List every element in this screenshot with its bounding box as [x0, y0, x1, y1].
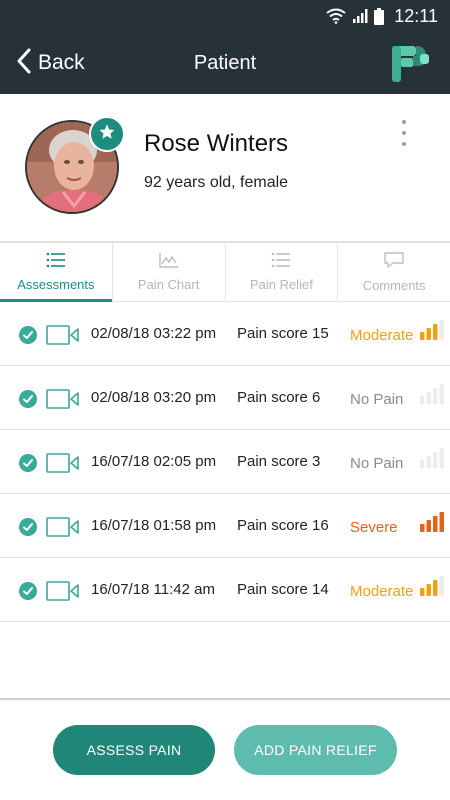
- video-icon[interactable]: [46, 451, 80, 480]
- pain-level-bar: [433, 516, 438, 532]
- battery-icon: [374, 7, 385, 25]
- assessment-datetime: 16/07/18 01:58 pm: [91, 517, 217, 534]
- pain-level-bar: [433, 324, 438, 340]
- tab-assessments[interactable]: Assessments: [0, 243, 113, 302]
- check-icon: [19, 326, 37, 344]
- app-bar: Back Patient: [0, 32, 450, 94]
- pain-score: Pain score 6: [237, 389, 321, 406]
- list-icon: [46, 252, 66, 273]
- tab-bar: Assessments Pain Chart Pain Relief Comme…: [0, 242, 450, 302]
- pain-level-bars-icon: [420, 384, 444, 404]
- patient-profile: Rose Winters 92 years old, female: [0, 94, 450, 242]
- pain-level-bar: [433, 388, 438, 404]
- tab-label: Pain Relief: [249, 277, 313, 292]
- assessment-list: 02/08/18 03:22 pm Pain score 15 Moderate…: [0, 302, 450, 622]
- pain-level-bar: [420, 588, 425, 596]
- pain-level-bar: [439, 512, 444, 532]
- assessment-row[interactable]: 16/07/18 01:58 pm Pain score 16 Severe: [0, 494, 450, 558]
- severity-label: No Pain: [350, 455, 404, 472]
- pain-level-bars-icon: [420, 512, 444, 532]
- back-label: Back: [38, 51, 85, 74]
- comment-icon: [383, 251, 405, 274]
- pain-level-bar: [426, 520, 431, 532]
- pain-level-bars-icon: [420, 576, 444, 596]
- assessment-row[interactable]: 16/07/18 02:05 pm Pain score 3 No Pain: [0, 430, 450, 494]
- pain-score: Pain score 3: [237, 453, 321, 470]
- assessment-row[interactable]: 02/08/18 03:20 pm Pain score 6 No Pain: [0, 366, 450, 430]
- video-icon[interactable]: [46, 387, 80, 416]
- pain-level-bar: [439, 576, 444, 596]
- favorite-star-badge[interactable]: [89, 116, 125, 152]
- tab-label: Pain Chart: [137, 277, 200, 292]
- pain-level-bar: [426, 392, 431, 404]
- check-icon: [19, 582, 37, 600]
- status-bar: 12:11: [0, 0, 450, 32]
- assess-pain-button[interactable]: ASSESS PAIN: [53, 725, 215, 775]
- tab-label: Comments: [362, 278, 426, 293]
- assessment-row[interactable]: 16/07/18 11:42 am Pain score 14 Moderate: [0, 558, 450, 622]
- more-options-icon[interactable]: [398, 118, 410, 148]
- assessment-datetime: 02/08/18 03:20 pm: [91, 389, 217, 406]
- bottom-divider: [0, 698, 450, 700]
- assessment-row[interactable]: 02/08/18 03:22 pm Pain score 15 Moderate: [0, 302, 450, 366]
- chevron-left-icon: [16, 47, 32, 80]
- severity-label: Moderate: [350, 583, 414, 600]
- assessment-datetime: 16/07/18 02:05 pm: [91, 453, 217, 470]
- severity-label: No Pain: [350, 391, 404, 408]
- pain-level-bars-icon: [420, 448, 444, 468]
- patient-details: 92 years old, female: [144, 174, 289, 191]
- pain-level-bar: [420, 332, 425, 340]
- pain-level-bar: [426, 584, 431, 596]
- pain-level-bar: [433, 580, 438, 596]
- tab-pain-chart[interactable]: Pain Chart: [113, 243, 226, 301]
- pain-level-bar: [433, 452, 438, 468]
- tab-label: Assessments: [17, 277, 95, 292]
- pain-level-bars-icon: [420, 320, 444, 340]
- check-icon: [19, 390, 37, 408]
- add-pain-relief-button[interactable]: ADD PAIN RELIEF: [234, 725, 397, 775]
- pain-level-bar: [426, 328, 431, 340]
- pain-level-bar: [420, 460, 425, 468]
- pain-score: Pain score 15: [237, 325, 329, 342]
- back-button[interactable]: Back: [0, 32, 85, 94]
- check-icon: [19, 518, 37, 536]
- chart-icon: [158, 252, 179, 273]
- list-icon: [271, 252, 291, 273]
- pain-level-bar: [439, 448, 444, 468]
- pain-level-bar: [439, 320, 444, 340]
- pain-level-bar: [420, 396, 425, 404]
- app-logo: [390, 44, 432, 84]
- assessment-datetime: 02/08/18 03:22 pm: [91, 325, 217, 342]
- status-time: 12:11: [394, 5, 438, 26]
- signal-icon: [352, 8, 368, 24]
- wifi-icon: [326, 8, 346, 24]
- severity-label: Moderate: [350, 327, 414, 344]
- tab-comments[interactable]: Comments: [338, 243, 450, 301]
- assessment-datetime: 16/07/18 11:42 am: [91, 581, 215, 598]
- pain-level-bar: [439, 384, 444, 404]
- severity-label: Severe: [350, 519, 398, 536]
- check-icon: [19, 454, 37, 472]
- tab-pain-relief[interactable]: Pain Relief: [226, 243, 339, 301]
- pain-level-bar: [426, 456, 431, 468]
- star-icon: [98, 123, 116, 146]
- video-icon[interactable]: [46, 579, 80, 608]
- video-icon[interactable]: [46, 515, 80, 544]
- patient-name: Rose Winters: [144, 130, 289, 157]
- video-icon[interactable]: [46, 323, 80, 352]
- pain-level-bar: [420, 524, 425, 532]
- pain-score: Pain score 16: [237, 517, 329, 534]
- pain-score: Pain score 14: [237, 581, 329, 598]
